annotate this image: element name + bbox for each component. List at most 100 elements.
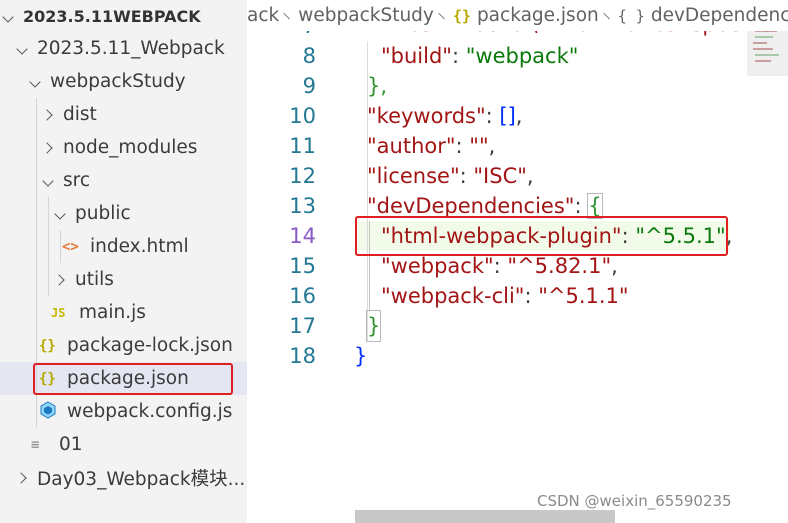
code-line: 18 } [247, 341, 747, 371]
tree-item-label: Day03_Webpack模块... [37, 468, 246, 490]
text-file-icon: ≡ [31, 436, 40, 453]
tree-item-label: dist [63, 104, 97, 125]
json-string: "ISC" [473, 164, 527, 188]
tree-file-main-js[interactable]: JS main.js [0, 296, 247, 329]
breadcrumb-item[interactable]: webpackStudy [298, 5, 434, 26]
json-string: "" [469, 134, 489, 158]
code-punct: } [354, 344, 368, 368]
json-key: "webpack" [381, 254, 494, 278]
tree-item-label: utils [75, 269, 114, 290]
annotation-highlight-html-webpack-plugin [355, 216, 728, 256]
horizontal-scrollbar[interactable] [355, 510, 615, 523]
tree-folder-utils[interactable]: utils [0, 263, 247, 296]
breadcrumb-item[interactable]: ack [247, 5, 279, 26]
code-editor[interactable]: ack webpackStudy {} package.json { } dev… [247, 0, 788, 523]
chevron-right-icon[interactable] [40, 140, 56, 156]
chevron-down-icon[interactable] [27, 74, 43, 90]
code-line: 11 "author": "", [247, 131, 747, 161]
code-punct: } [365, 310, 382, 342]
tree-file-01[interactable]: ≡ 01 [0, 428, 247, 461]
json-key: "build" [381, 44, 452, 68]
breadcrumb-item[interactable]: package.json [477, 5, 599, 26]
chevron-down-icon[interactable] [0, 9, 16, 25]
chevron-right-icon [603, 12, 610, 19]
code-text: "author": "", [367, 134, 496, 158]
indent-guide [60, 230, 61, 263]
tree-item-label: main.js [79, 302, 146, 323]
code-line: 17 } [247, 310, 747, 342]
code-text: "webpack-cli": "^5.1.1" [381, 284, 629, 308]
chevron-right-icon [283, 12, 290, 19]
watermark: CSDN @weixin_65590235 [537, 492, 732, 510]
code-line: 10 "keywords": [], [247, 101, 747, 131]
code-text: "license": "ISC", [367, 164, 534, 188]
tree-item-label: node_modules [63, 137, 198, 158]
code-line: 8 "build": "webpack" [247, 41, 747, 71]
line-number: 13 [289, 194, 316, 218]
code-line: 16 "webpack-cli": "^5.1.1" [247, 281, 747, 311]
tree-item-label: 01 [59, 434, 83, 455]
line-number: 11 [289, 134, 316, 158]
line-number: 18 [289, 344, 316, 368]
tree-folder-src[interactable]: src [0, 164, 247, 197]
explorer-sidebar: 2023.5.11WEBPACK 2023.5.11_Webpack webpa… [0, 0, 247, 523]
indent-guide [48, 197, 49, 296]
chevron-down-icon[interactable] [52, 206, 68, 222]
tree-file-package-lock-json[interactable]: {} package-lock.json [0, 329, 247, 362]
tree-item-label: public [75, 203, 131, 224]
json-file-icon: {} [39, 337, 56, 354]
tree-file-index-html[interactable]: <> index.html [0, 230, 247, 263]
line-number: 9 [302, 74, 316, 98]
explorer-root-header[interactable]: 2023.5.11WEBPACK [0, 0, 247, 33]
tree-folder-node-modules[interactable]: node_modules [0, 131, 247, 164]
code-text: "keywords": [], [367, 104, 523, 128]
code-text: "build": "webpack" [381, 44, 579, 68]
line-number: 16 [289, 284, 316, 308]
webpack-file-icon [39, 400, 65, 423]
code-line: 9 }, [247, 71, 747, 101]
breadcrumb: ack webpackStudy {} package.json { } dev… [247, 0, 788, 31]
tree-item-label: src [63, 170, 91, 191]
tree-folder-workspace[interactable]: 2023.5.11_Webpack [0, 32, 247, 65]
chevron-right-icon[interactable] [52, 272, 68, 288]
json-key: "webpack-cli" [381, 284, 525, 308]
json-file-icon: {} [452, 6, 471, 25]
json-key: "license" [367, 164, 460, 188]
chevron-right-icon[interactable] [14, 470, 30, 486]
json-array: [] [499, 104, 516, 128]
breadcrumb-item[interactable]: devDependencie [651, 5, 788, 26]
json-string: "^5.82.1" [507, 254, 612, 278]
json-key: "author" [367, 134, 456, 158]
tree-item-label: webpack.config.js [67, 401, 233, 422]
code-line: 12 "license": "ISC", [247, 161, 747, 191]
object-symbol-icon: { } [617, 6, 645, 25]
line-number: 8 [302, 44, 316, 68]
line-number: 14 [289, 224, 316, 248]
line-number: 12 [289, 164, 316, 188]
line-number: 10 [289, 104, 316, 128]
json-string: "webpack" [465, 44, 579, 68]
line-number: 15 [289, 254, 316, 278]
chevron-down-icon[interactable] [14, 41, 30, 57]
tree-folder-dist[interactable]: dist [0, 98, 247, 131]
chevron-right-icon[interactable] [40, 107, 56, 123]
code-punct: }, [367, 74, 388, 98]
tree-file-webpack-config-js[interactable]: webpack.config.js [0, 395, 247, 428]
line-number: 17 [289, 314, 316, 338]
explorer-root-title: 2023.5.11WEBPACK [23, 7, 201, 26]
html-file-icon: <> [62, 238, 79, 255]
json-string: "^5.1.1" [538, 284, 629, 308]
annotation-highlight-package-json [33, 363, 233, 395]
json-brace: { [587, 193, 603, 219]
tree-folder-day03[interactable]: Day03_Webpack模块... [0, 461, 247, 494]
tree-folder-webpackstudy[interactable]: webpackStudy [0, 65, 247, 98]
tree-item-label: index.html [90, 236, 189, 257]
json-key: "devDependencies" [367, 194, 575, 218]
chevron-down-icon[interactable] [40, 173, 56, 189]
tree-folder-public[interactable]: public [0, 197, 247, 230]
tree-item-label: 2023.5.11_Webpack [37, 38, 225, 59]
js-file-icon: JS [51, 305, 66, 320]
tree-item-label: webpackStudy [50, 71, 186, 92]
json-key: "keywords" [367, 104, 486, 128]
chevron-right-icon [438, 12, 445, 19]
